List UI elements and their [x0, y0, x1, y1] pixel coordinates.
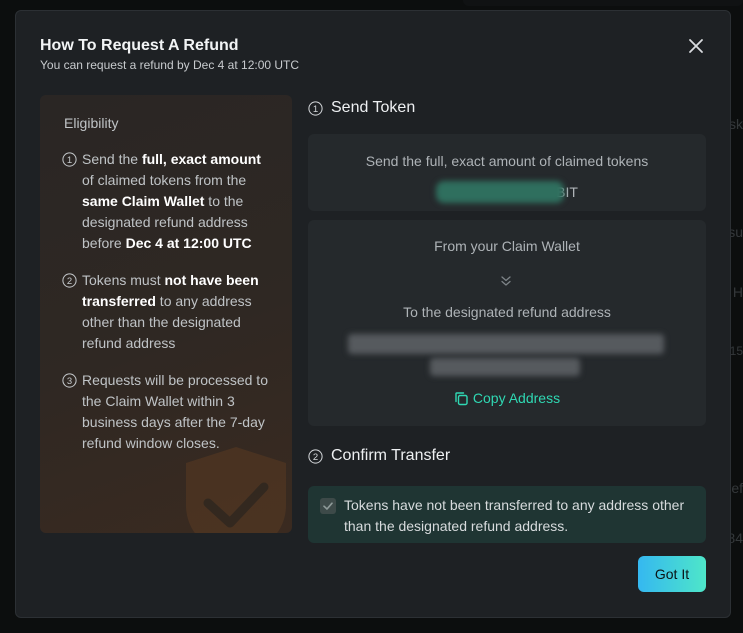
eligibility-text: Send the	[82, 151, 142, 167]
badge-number: 1	[313, 104, 318, 115]
eligibility-item: 1 Send the full, exact amount of claimed…	[62, 149, 272, 254]
badge-number: 3	[67, 376, 72, 387]
confirm-transfer-title: Confirm Transfer	[331, 447, 451, 464]
eligibility-list: 1 Send the full, exact amount of claimed…	[62, 149, 272, 470]
confirm-transfer-card[interactable]: Tokens have not been transferred to any …	[308, 486, 706, 543]
confirm-checkbox[interactable]	[320, 498, 336, 514]
eligibility-text: Requests will be processed to the Claim …	[82, 372, 268, 451]
copy-icon	[455, 391, 468, 405]
eligibility-emphasis: Dec 4 at 12:00 UTC	[125, 235, 252, 251]
badge-number: 2	[67, 276, 72, 287]
send-token-title: Send Token	[331, 99, 416, 116]
shield-check-icon	[186, 447, 286, 533]
badge-number: 1	[67, 155, 72, 166]
to-label: To the designated refund address	[403, 304, 611, 320]
number-3-icon: 3	[62, 373, 77, 388]
copy-address-label: Copy Address	[472, 390, 561, 406]
number-1-icon: 1	[308, 100, 323, 116]
badge-number: 2	[313, 452, 318, 463]
got-it-button[interactable]: Got It	[638, 556, 706, 592]
send-amount-card: Send the full, exact amount of claimed t…	[308, 134, 706, 211]
number-2-icon: 2	[62, 273, 77, 288]
eligibility-text: Tokens must	[82, 272, 165, 288]
refund-modal: How To Request A Refund You can request …	[15, 10, 731, 618]
eligibility-title: Eligibility	[64, 115, 119, 131]
confirm-checkbox-label[interactable]: Tokens have not been transferred to any …	[344, 495, 694, 537]
eligibility-emphasis: same Claim Wallet	[82, 193, 205, 209]
modal-title: How To Request A Refund	[40, 37, 239, 54]
modal-subtitle: You can request a refund by Dec 4 at 12:…	[40, 58, 300, 72]
confirm-transfer-heading: 2 Confirm Transfer	[308, 447, 450, 465]
eligibility-item: 2 Tokens must not have been transferred …	[62, 270, 272, 354]
eligibility-item: 3 Requests will be processed to the Clai…	[62, 370, 272, 454]
close-button[interactable]	[686, 36, 706, 56]
eligibility-text: of claimed tokens from the	[82, 172, 247, 188]
blurred-address	[430, 358, 580, 376]
address-card: From your Claim Wallet To the designated…	[308, 220, 706, 426]
blurred-address	[348, 334, 664, 354]
from-label: From your Claim Wallet	[434, 238, 580, 254]
number-1-icon: 1	[62, 152, 77, 167]
close-icon	[689, 39, 703, 53]
number-2-icon: 2	[308, 448, 323, 464]
eligibility-panel: Eligibility 1 Send the full, exact amoun…	[40, 95, 292, 533]
token-amount-row: BIT	[308, 181, 706, 203]
blurred-amount	[436, 181, 565, 203]
copy-address-button[interactable]: Copy Address	[308, 390, 706, 406]
chevron-down-icon	[501, 276, 511, 286]
send-token-heading: 1 Send Token	[308, 99, 415, 117]
send-instruction: Send the full, exact amount of claimed t…	[365, 153, 649, 169]
checkmark-icon	[323, 502, 333, 510]
eligibility-emphasis: full, exact amount	[141, 151, 261, 167]
